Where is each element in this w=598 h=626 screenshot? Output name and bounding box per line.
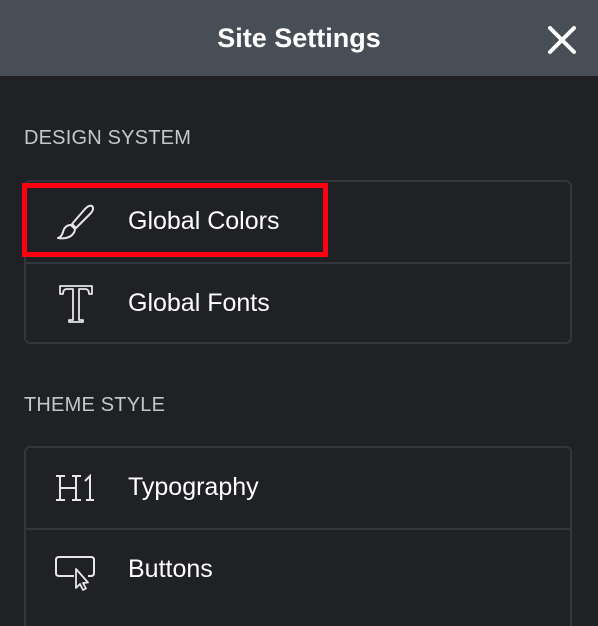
section-title-theme-style: THEME STYLE xyxy=(24,394,166,416)
menu-item-global-colors[interactable]: Global Colors xyxy=(26,182,570,262)
close-icon[interactable] xyxy=(542,20,582,60)
theme-style-card: Typography Buttons xyxy=(24,446,572,626)
design-system-card: Global Colors Global Fonts xyxy=(24,180,572,344)
button-cursor-icon xyxy=(55,556,95,591)
typeface-t-icon xyxy=(59,285,93,323)
close-button[interactable] xyxy=(542,20,582,60)
menu-item-global-fonts[interactable]: Global Fonts xyxy=(26,262,570,342)
buttons-label: Buttons xyxy=(128,555,213,583)
heading-h1-icon xyxy=(56,473,94,501)
section-title-design-system: DESIGN SYSTEM xyxy=(24,127,192,149)
paintbrush-icon xyxy=(57,204,95,240)
typography-label: Typography xyxy=(128,473,259,501)
panel-title: Site Settings xyxy=(217,23,381,53)
menu-item-buttons[interactable]: Buttons xyxy=(26,528,570,608)
menu-item-typography[interactable]: Typography xyxy=(26,448,570,528)
global-colors-label: Global Colors xyxy=(128,207,280,235)
panel-header: Site Settings xyxy=(0,0,598,76)
global-fonts-label: Global Fonts xyxy=(128,289,270,317)
